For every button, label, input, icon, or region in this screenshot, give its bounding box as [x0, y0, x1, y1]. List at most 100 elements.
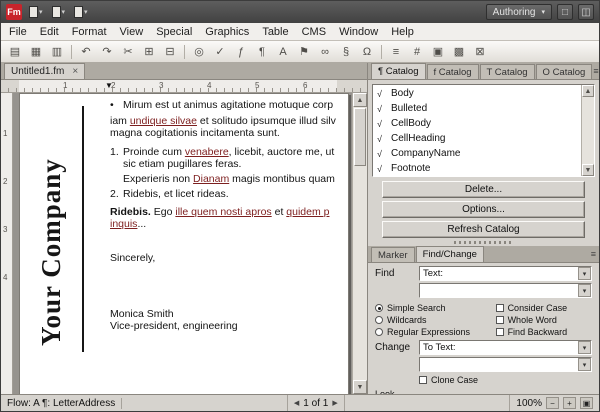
catalog-scrollbar[interactable]: ▲ ▼ — [581, 85, 594, 176]
anchored-frame-icon[interactable]: ▣ — [428, 43, 448, 61]
print-icon[interactable]: ▥ — [47, 43, 67, 61]
styles-icon[interactable]: A — [273, 43, 293, 61]
new-document-button[interactable]: ▾ — [27, 5, 45, 19]
scrollbar-track[interactable] — [582, 97, 594, 164]
panel-splitter[interactable] — [368, 239, 599, 246]
tab-paragraph-catalog[interactable]: ¶ Catalog — [371, 63, 426, 79]
chevron-down-icon[interactable]: ▾ — [578, 341, 591, 354]
document-line[interactable]: Ridebis. Ego ille quem nosti apros et qu… — [110, 206, 348, 218]
character-designer-icon[interactable]: ƒ — [231, 43, 251, 61]
document-line[interactable]: • Mirum est ut animus agitatione motuque … — [110, 99, 348, 111]
document-line[interactable]: magna cogitationis incitamenta sunt. — [110, 127, 348, 139]
table-icon[interactable]: # — [407, 43, 427, 61]
save-document-button[interactable]: ▾ — [72, 5, 90, 19]
panel-menu-icon[interactable]: ≡ — [591, 249, 596, 259]
zoom-level-label[interactable]: 100% — [516, 398, 542, 409]
document-line[interactable]: Sincerely, — [110, 252, 348, 264]
next-page-icon[interactable]: ▶ — [332, 399, 337, 407]
marker-icon[interactable]: ⚑ — [294, 43, 314, 61]
menu-table[interactable]: Table — [262, 26, 288, 38]
checkbox-consider-case[interactable]: Consider Case — [495, 302, 592, 313]
change-text-input[interactable]: ▾ — [419, 357, 592, 372]
find-icon[interactable]: ◎ — [189, 43, 209, 61]
delete-button[interactable]: Delete... — [382, 181, 585, 198]
workspace-switcher-icon[interactable]: □ — [557, 4, 573, 20]
panel-toggle-icon[interactable]: ◫ — [578, 4, 594, 20]
scroll-up-icon[interactable]: ▲ — [353, 93, 367, 107]
document-line[interactable]: Monica Smith — [110, 308, 348, 320]
refresh-catalog-button[interactable]: Refresh Catalog — [382, 221, 585, 238]
menu-view[interactable]: View — [120, 26, 144, 38]
list-item[interactable]: √ CellHeading — [373, 131, 581, 146]
tab-find-change[interactable]: Find/Change — [415, 246, 484, 262]
paragraph-designer-icon[interactable]: ¶ — [252, 43, 272, 61]
scroll-up-icon[interactable]: ▲ — [582, 85, 594, 97]
chevron-down-icon[interactable]: ▾ — [578, 358, 591, 371]
spelling-icon[interactable]: ✓ — [210, 43, 230, 61]
save-icon[interactable]: ▦ — [26, 43, 46, 61]
list-item[interactable]: √ CompanyName — [373, 146, 581, 161]
change-scope-select[interactable]: To Text: ▾ — [419, 340, 592, 355]
menu-file[interactable]: File — [9, 26, 27, 38]
document-line[interactable]: inquis... — [110, 218, 348, 230]
find-text-input[interactable]: ▾ — [419, 283, 592, 298]
menu-graphics[interactable]: Graphics — [205, 26, 249, 38]
zoom-in-icon[interactable]: + — [563, 397, 576, 409]
open-icon[interactable]: ▤ — [5, 43, 25, 61]
close-icon[interactable]: × — [72, 66, 78, 77]
paste-icon[interactable]: ⊟ — [160, 43, 180, 61]
scroll-down-icon[interactable]: ▼ — [582, 164, 594, 176]
undo-icon[interactable]: ↶ — [76, 43, 96, 61]
align-icon[interactable]: ≡ — [386, 43, 406, 61]
zoom-out-icon[interactable]: − — [546, 397, 559, 409]
letterhead-company-name[interactable]: Your Company — [36, 158, 67, 346]
cut-icon[interactable]: ✂ — [118, 43, 138, 61]
document-canvas[interactable]: Your Company • Mirum est ut animus agitat… — [13, 93, 352, 394]
document-page[interactable]: Your Company • Mirum est ut animus agitat… — [19, 93, 349, 394]
document-line[interactable]: iam undique silvae et solitudo ipsumque … — [110, 115, 348, 127]
list-item[interactable]: √ Bulleted — [373, 101, 581, 116]
checkbox-find-backward[interactable]: Find Backward — [495, 326, 592, 337]
chevron-down-icon[interactable]: ▾ — [578, 284, 591, 297]
menu-special[interactable]: Special — [156, 26, 192, 38]
scroll-down-icon[interactable]: ▼ — [353, 380, 367, 394]
chevron-down-icon[interactable]: ▾ — [578, 267, 591, 280]
panel-menu-icon[interactable]: ≡ — [593, 66, 598, 76]
radio-wildcards[interactable]: Wildcards — [375, 314, 496, 325]
document-line[interactable]: Vice-president, engineering — [110, 320, 348, 332]
open-document-button[interactable]: ▾ — [50, 5, 68, 19]
document-line[interactable]: 2. Ridebis, et licet rideas. — [110, 188, 348, 200]
tab-object-catalog[interactable]: O Catalog — [535, 64, 593, 79]
radio-regular-expressions[interactable]: Regular Expressions — [375, 326, 496, 337]
indent-marker-icon[interactable]: ▼ — [105, 81, 113, 90]
grid-icon[interactable]: ⊠ — [470, 43, 490, 61]
document-text-frame[interactable]: • Mirum est ut animus agitatione motuque … — [110, 99, 348, 332]
document-line[interactable]: Experieris non Dianam magis montibus qua… — [110, 173, 348, 185]
menu-window[interactable]: Window — [339, 26, 378, 38]
document-line[interactable]: 1. Proinde cum venabere, licebit, auctore… — [110, 146, 348, 158]
equation-icon[interactable]: Ω — [357, 43, 377, 61]
scrollbar-track[interactable] — [353, 167, 367, 380]
checkbox-clone-case[interactable]: Clone Case — [419, 374, 478, 385]
hypertext-icon[interactable]: ∞ — [315, 43, 335, 61]
document-line[interactable]: sic etiam pugillares feras. — [110, 158, 348, 170]
zoom-fit-icon[interactable]: ▣ — [580, 397, 593, 409]
checkbox-whole-word[interactable]: Whole Word — [495, 314, 592, 325]
menu-format[interactable]: Format — [72, 26, 107, 38]
image-icon[interactable]: ▩ — [449, 43, 469, 61]
menu-edit[interactable]: Edit — [40, 26, 59, 38]
menu-help[interactable]: Help — [391, 26, 414, 38]
list-item[interactable]: √ Body — [373, 86, 581, 101]
vertical-scrollbar[interactable]: ▲ ▼ — [352, 93, 367, 394]
document-tab[interactable]: Untitled1.fm × — [4, 63, 86, 79]
scrollbar-thumb[interactable] — [354, 108, 366, 166]
workspace-mode-select[interactable]: Authoring ▾ — [485, 4, 552, 20]
find-scope-select[interactable]: Text: ▾ — [419, 266, 592, 281]
previous-page-icon[interactable]: ◀ — [294, 399, 299, 407]
list-item[interactable]: √ Footnote — [373, 161, 581, 176]
tab-marker[interactable]: Marker — [371, 247, 415, 262]
radio-simple-search[interactable]: Simple Search — [375, 302, 496, 313]
redo-icon[interactable]: ↷ — [97, 43, 117, 61]
options-button[interactable]: Options... — [382, 201, 585, 218]
list-item[interactable]: √ CellBody — [373, 116, 581, 131]
